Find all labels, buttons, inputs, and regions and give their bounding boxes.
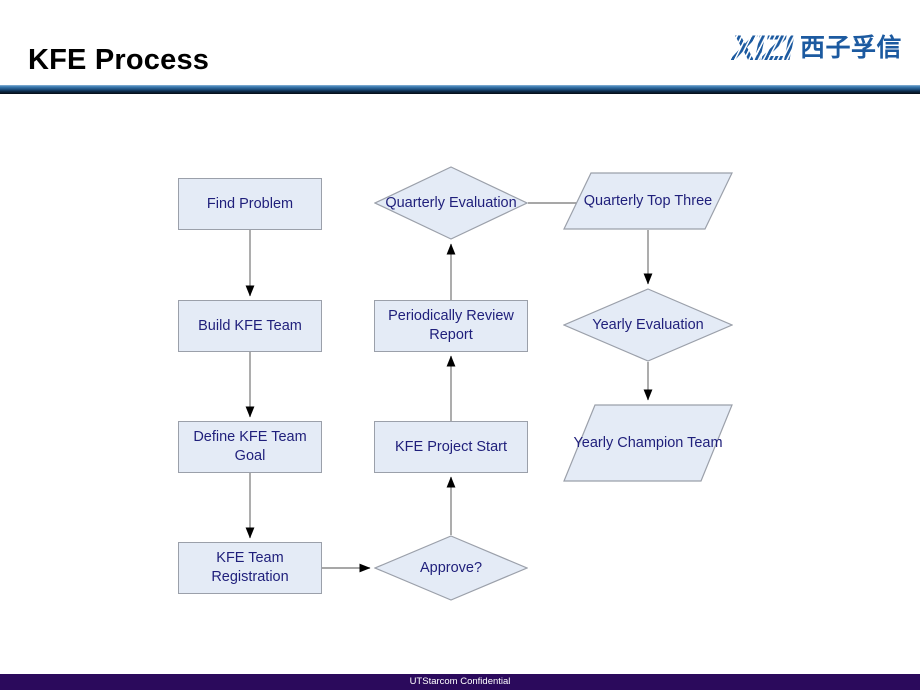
brand-logo: XIZI 西子孚信 bbox=[731, 26, 902, 70]
flow-node-label: Find Problem bbox=[206, 195, 294, 212]
flow-node-label: Build KFE Team bbox=[198, 317, 302, 334]
flow-node-label: Quarterly Top Three bbox=[583, 192, 713, 209]
flow-node-find-problem[interactable]: Find Problem bbox=[178, 178, 322, 230]
flow-node-quarterly-evaluation[interactable]: Quarterly Evaluation bbox=[374, 166, 528, 240]
flow-node-yearly-evaluation[interactable]: Yearly Evaluation bbox=[563, 288, 733, 362]
flow-node-quarterly-top-three[interactable]: Quarterly Top Three bbox=[563, 172, 733, 230]
flow-node-label: Periodically Review Report bbox=[388, 308, 514, 343]
page-title: KFE Process bbox=[28, 44, 210, 76]
header-divider-rule bbox=[0, 85, 920, 94]
xizi-wordmark-icon: XIZI bbox=[731, 31, 796, 66]
flow-node-label: Quarterly Evaluation bbox=[385, 194, 517, 211]
flow-node-kfe-project-start[interactable]: KFE Project Start bbox=[374, 421, 528, 473]
flow-node-approve[interactable]: Approve? bbox=[374, 535, 528, 601]
flow-node-kfe-team-registration[interactable]: KFE Team Registration bbox=[178, 542, 322, 594]
flow-node-define-kfe-team-goal[interactable]: Define KFE Team Goal bbox=[178, 421, 322, 473]
flow-node-label: Define KFE Team Goal bbox=[193, 429, 307, 464]
xizi-chinese-wordmark: 西子孚信 bbox=[799, 33, 902, 62]
kfe-process-flowchart: Find Problem Build KFE Team Define KFE T… bbox=[0, 94, 920, 674]
flow-node-label: Yearly Champion Team bbox=[573, 434, 723, 451]
flow-node-label: Approve? bbox=[419, 559, 483, 576]
flow-node-yearly-champion-team[interactable]: Yearly Champion Team bbox=[563, 404, 733, 482]
flow-node-periodically-review-report[interactable]: Periodically Review Report bbox=[374, 300, 528, 352]
flow-node-build-kfe-team[interactable]: Build KFE Team bbox=[178, 300, 322, 352]
slide-footer: UTStarcom Confidential bbox=[0, 674, 920, 690]
flow-node-label: Yearly Evaluation bbox=[592, 316, 704, 333]
flow-node-label: KFE Project Start bbox=[394, 438, 507, 455]
slide-header: KFE Process XIZI 西子孚信 bbox=[0, 0, 920, 94]
flow-node-label: KFE Team Registration bbox=[211, 550, 289, 585]
confidentiality-notice: UTStarcom Confidential bbox=[409, 676, 511, 687]
